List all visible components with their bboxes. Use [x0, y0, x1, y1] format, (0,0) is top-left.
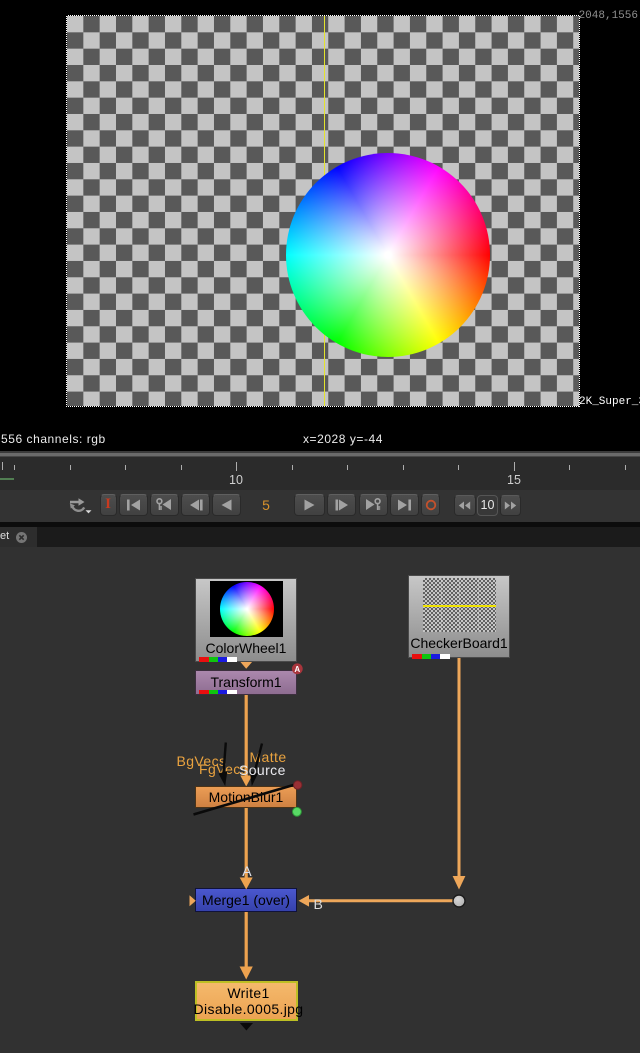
svg-text:A: A — [294, 665, 300, 674]
